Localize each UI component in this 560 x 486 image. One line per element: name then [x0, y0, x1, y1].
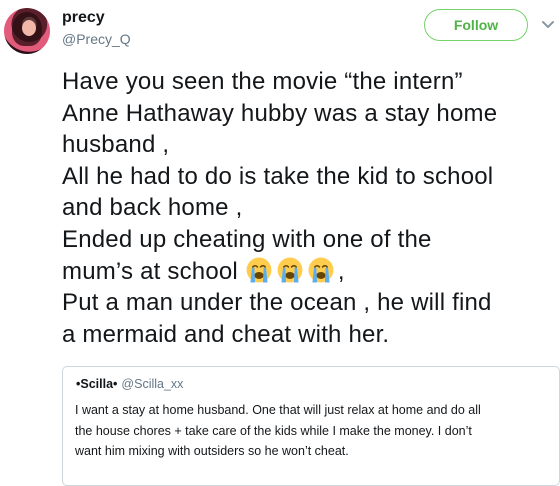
- follow-button[interactable]: Follow: [424, 9, 528, 41]
- tweet-text-line: All he had to do is take the kid to scho…: [62, 162, 494, 190]
- tweet-text-line: husband ,: [62, 131, 170, 159]
- tweet-text-line: Ended up cheating with one of the: [62, 225, 432, 253]
- tweet-text-line: and back home ,: [62, 194, 243, 222]
- author-handle[interactable]: @Precy_Q: [62, 31, 131, 47]
- quoted-text-line: the house chores + take care of the kids…: [75, 423, 472, 438]
- tweet-text-segment: mum’s at school: [62, 257, 238, 285]
- chevron-down-icon[interactable]: [541, 20, 555, 30]
- avatar[interactable]: [4, 8, 50, 54]
- loudly-crying-face-icon: [277, 257, 303, 283]
- quoted-author-handle: @Scilla_xx: [121, 377, 184, 391]
- tweet-text-line: a mermaid and cheat with her.: [62, 320, 390, 348]
- quoted-tweet-text: I want a stay at home husband. One that …: [75, 400, 547, 462]
- quoted-tweet-header: •Scilla• @Scilla_xx: [76, 377, 547, 391]
- avatar-face: [22, 20, 36, 36]
- tweet-text-line: Put a man under the ocean , he will find: [62, 289, 492, 317]
- tweet-text: Have you seen the movie “the intern” Ann…: [62, 66, 560, 350]
- tweet-text-line: Have you seen the movie “the intern”: [62, 68, 463, 95]
- author-name[interactable]: precy: [62, 9, 105, 27]
- tweet-text-comma: ,: [337, 257, 345, 285]
- loudly-crying-face-icon: [308, 257, 334, 283]
- quoted-text-line: I want a stay at home husband. One that …: [75, 403, 481, 417]
- tweet-text-line-with-emoji: mum’s at school ,: [62, 256, 560, 288]
- quoted-author-name: •Scilla•: [76, 377, 118, 391]
- quoted-text-line: want him mixing with outsiders so he won…: [75, 444, 349, 458]
- quoted-tweet[interactable]: •Scilla• @Scilla_xx I want a stay at home…: [62, 366, 560, 486]
- loudly-crying-face-icon: [246, 257, 272, 283]
- tweet-text-line: Anne Hathaway hubby was a stay home: [62, 99, 498, 127]
